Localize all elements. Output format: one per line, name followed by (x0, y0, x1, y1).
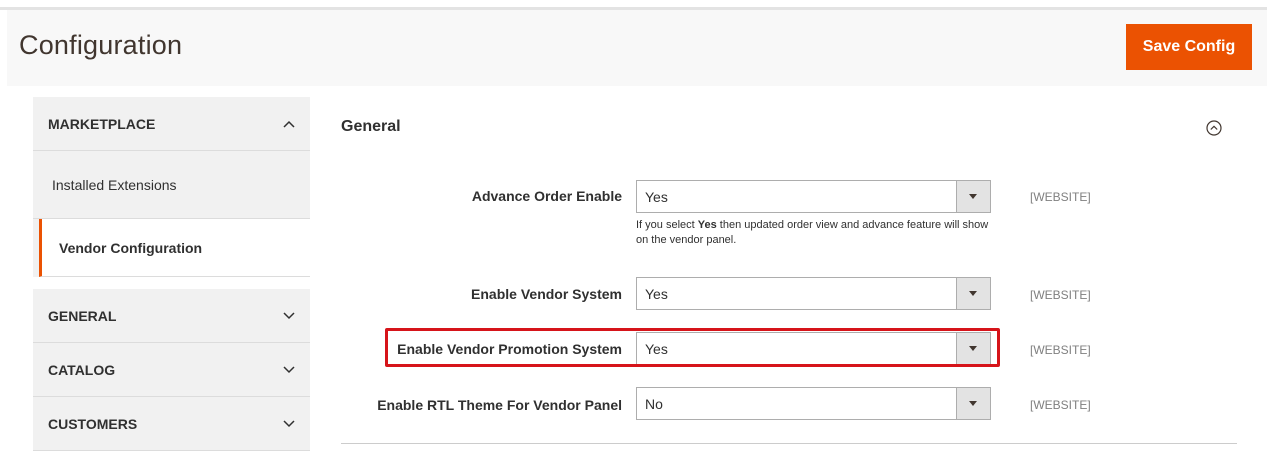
section-title[interactable]: General (341, 118, 401, 136)
sidebar-item-installed-extensions[interactable]: Installed Extensions (33, 151, 310, 219)
tab-marketplace-label: MARKETPLACE (48, 115, 156, 132)
tab-customers[interactable]: CUSTOMERS (33, 397, 310, 451)
chevron-down-icon (283, 311, 295, 319)
scope-label: [WEBSITE] (1030, 190, 1091, 204)
enable-rtl-theme-label: Enable RTL Theme For Vendor Panel (377, 397, 622, 413)
field-note: If you select Yes then updated order vie… (636, 219, 989, 246)
tab-customers-label: CUSTOMERS (48, 415, 138, 432)
sidebar-item-vendor-configuration[interactable]: Vendor Configuration (39, 219, 310, 277)
select-value: No (645, 396, 663, 412)
chevron-down-icon (283, 419, 295, 427)
advance-order-enable-label: Advance Order Enable (471, 188, 622, 204)
advance-order-enable-select[interactable]: Yes (636, 180, 991, 213)
enable-vendor-system-select[interactable]: Yes (636, 277, 991, 310)
config-sidebar: MARKETPLACE Installed Extensions Vendor … (33, 97, 310, 451)
collapse-circle-icon[interactable] (1206, 120, 1222, 136)
scope-label: [WEBSITE] (1030, 288, 1091, 302)
chevron-down-icon (283, 365, 295, 373)
tab-catalog[interactable]: CATALOG (33, 343, 310, 397)
marketplace-submenu: Installed Extensions Vendor Configuratio… (33, 151, 310, 277)
tab-general[interactable]: GENERAL (33, 289, 310, 343)
scope-label: [WEBSITE] (1030, 343, 1091, 357)
section-divider (341, 443, 1237, 444)
dropdown-arrow-icon (956, 181, 990, 212)
dropdown-arrow-icon (956, 278, 990, 309)
select-value: Yes (645, 286, 668, 302)
sidebar-item-label: Vendor Configuration (59, 239, 203, 256)
select-value: Yes (645, 189, 668, 205)
save-config-button[interactable]: Save Config (1126, 24, 1252, 70)
tab-catalog-label: CATALOG (48, 361, 116, 378)
dropdown-arrow-icon (956, 388, 990, 419)
enable-rtl-theme-select[interactable]: No (636, 387, 991, 420)
page-title: Configuration (19, 30, 183, 60)
highlight-box (385, 328, 1000, 367)
scope-label: [WEBSITE] (1030, 398, 1091, 412)
tab-general-label: GENERAL (48, 307, 117, 324)
tab-marketplace[interactable]: MARKETPLACE (33, 97, 310, 151)
sidebar-item-label: Installed Extensions (52, 176, 177, 193)
chevron-up-icon (283, 120, 295, 128)
page-header: Configuration Save Config (7, 10, 1267, 86)
enable-vendor-system-label: Enable Vendor System (471, 286, 622, 302)
